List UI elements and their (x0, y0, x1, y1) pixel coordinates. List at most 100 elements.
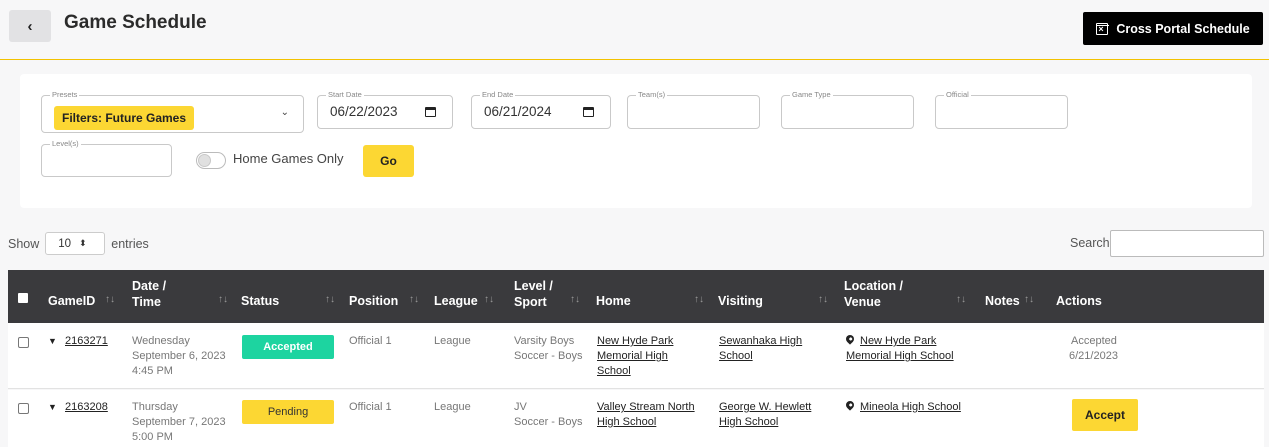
column-visiting[interactable]: Visiting (718, 293, 763, 309)
show-label: Show (8, 236, 40, 251)
official-label: Official (944, 90, 971, 100)
column-home[interactable]: Home (596, 293, 631, 309)
column-location-line2[interactable]: Venue (844, 294, 881, 310)
home-games-only-toggle[interactable] (196, 152, 226, 169)
entries-value: 10 (58, 237, 72, 250)
column-status[interactable]: Status (241, 293, 279, 309)
start-date-input[interactable]: Start Date 06/22/2023 (317, 90, 453, 129)
venue-name: Mineola High School (860, 401, 961, 413)
cross-portal-schedule-label: Cross Portal Schedule (1116, 21, 1250, 36)
column-location-line1[interactable]: Location / (844, 278, 903, 294)
sort-icon[interactable]: ↑↓ (105, 294, 115, 305)
league: League (434, 335, 471, 347)
game-id-link[interactable]: 2163208 (65, 400, 108, 415)
sort-icon[interactable]: ↑↓ (956, 294, 966, 305)
row-checkbox[interactable] (18, 337, 29, 348)
calendar-icon[interactable] (583, 107, 594, 117)
home-team-link[interactable]: Valley Stream North (597, 400, 695, 415)
expand-chevron-icon[interactable]: ▼ (48, 336, 57, 346)
official-input[interactable]: Official (935, 90, 1068, 129)
venue-link[interactable]: Mineola High School (844, 399, 961, 415)
calendar-icon[interactable] (425, 107, 436, 117)
entries-control: Show 10 ⬍ entries (8, 232, 149, 255)
levels-input[interactable]: Level(s) (41, 139, 172, 177)
game-type-label: Game Type (790, 90, 833, 100)
search-input[interactable] (1110, 230, 1264, 257)
table-header: GameID ↑↓ Date / Time ↑↓ Status ↑↓ Posit… (8, 270, 1264, 323)
sort-icon[interactable]: ↑↓ (818, 294, 828, 305)
column-position[interactable]: Position (349, 293, 398, 309)
action-status: Accepted (1071, 335, 1117, 347)
game-time: 4:45 PM (132, 365, 173, 377)
status-badge: Pending (242, 400, 334, 424)
visiting-team-link[interactable]: Sewanhaka High (719, 334, 802, 349)
game-type-input[interactable]: Game Type (781, 90, 914, 129)
column-league[interactable]: League (434, 293, 478, 309)
home-team-link[interactable]: New Hyde Park (597, 334, 673, 349)
start-date-label: Start Date (326, 90, 364, 100)
home-team-link[interactable]: School (597, 364, 631, 379)
sort-icon[interactable]: ↑↓ (484, 294, 494, 305)
game-id-link[interactable]: 2163271 (65, 334, 108, 349)
preset-chip: Filters: Future Games (54, 106, 195, 130)
column-level-line2[interactable]: Sport (514, 294, 547, 310)
venue-link[interactable]: New Hyde Park (844, 333, 936, 349)
row-checkbox[interactable] (18, 403, 29, 414)
level: JV (514, 401, 527, 413)
sport: Soccer - Boys (514, 350, 583, 362)
sort-updown-icon: ⬍ (79, 238, 87, 248)
select-all-checkbox[interactable] (18, 293, 28, 303)
toggle-knob (198, 154, 211, 167)
home-games-only-label: Home Games Only (233, 151, 344, 166)
sort-icon[interactable]: ↑↓ (1024, 294, 1034, 305)
presets-select[interactable]: Presets Filters: Future Games ⌄ (41, 90, 304, 133)
action-date: 6/21/2023 (1069, 350, 1118, 362)
sport: Soccer - Boys (514, 416, 583, 428)
home-team-link[interactable]: High School (597, 415, 656, 430)
column-gameid[interactable]: GameID (48, 293, 95, 309)
position: Official 1 (349, 401, 392, 413)
sort-icon[interactable]: ↑↓ (409, 294, 419, 305)
level: Varsity Boys (514, 335, 575, 347)
game-date: September 6, 2023 (132, 350, 226, 362)
accept-button[interactable]: Accept (1072, 399, 1138, 431)
sort-icon[interactable]: ↑↓ (218, 294, 228, 305)
end-date-input[interactable]: End Date 06/21/2024 (471, 90, 611, 129)
end-date-value: 06/21/2024 (484, 104, 552, 119)
visiting-team-link[interactable]: School (719, 349, 753, 364)
column-notes[interactable]: Notes (985, 293, 1020, 309)
levels-label: Level(s) (50, 139, 81, 149)
teams-label: Team(s) (636, 90, 668, 100)
back-button[interactable]: ‹ (9, 10, 51, 42)
column-actions: Actions (1056, 294, 1102, 308)
presets-label: Presets (50, 90, 80, 100)
map-pin-icon (844, 333, 856, 345)
search-label: Search: (1070, 236, 1114, 250)
column-level-line1[interactable]: Level / (514, 278, 553, 294)
chevron-down-icon: ⌄ (280, 107, 289, 118)
calendar-icon (1095, 22, 1109, 35)
game-time: 5:00 PM (132, 431, 173, 443)
table-row: ▼ 2163271 Wednesday September 6, 2023 4:… (8, 323, 1264, 389)
page-title: Game Schedule (64, 12, 207, 33)
sort-icon[interactable]: ↑↓ (325, 294, 335, 305)
column-date-line2[interactable]: Time (132, 294, 161, 310)
game-date: September 7, 2023 (132, 416, 226, 428)
venue-link[interactable]: Memorial High School (846, 349, 954, 364)
game-day: Thursday (132, 401, 178, 413)
entries-select[interactable]: 10 ⬍ (45, 232, 106, 255)
table-row: ▼ 2163208 Thursday September 7, 2023 5:0… (8, 390, 1264, 447)
teams-input[interactable]: Team(s) (627, 90, 760, 129)
home-team-link[interactable]: Memorial High (597, 349, 668, 364)
league: League (434, 401, 471, 413)
expand-chevron-icon[interactable]: ▼ (48, 402, 57, 412)
sort-icon[interactable]: ↑↓ (694, 294, 704, 305)
go-button[interactable]: Go (363, 145, 414, 177)
cross-portal-schedule-button[interactable]: Cross Portal Schedule (1083, 12, 1263, 45)
sort-icon[interactable]: ↑↓ (570, 294, 580, 305)
end-date-label: End Date (480, 90, 516, 100)
start-date-value: 06/22/2023 (330, 104, 398, 119)
visiting-team-link[interactable]: High School (719, 415, 778, 430)
column-date-line1[interactable]: Date / (132, 278, 166, 294)
visiting-team-link[interactable]: George W. Hewlett (719, 400, 811, 415)
